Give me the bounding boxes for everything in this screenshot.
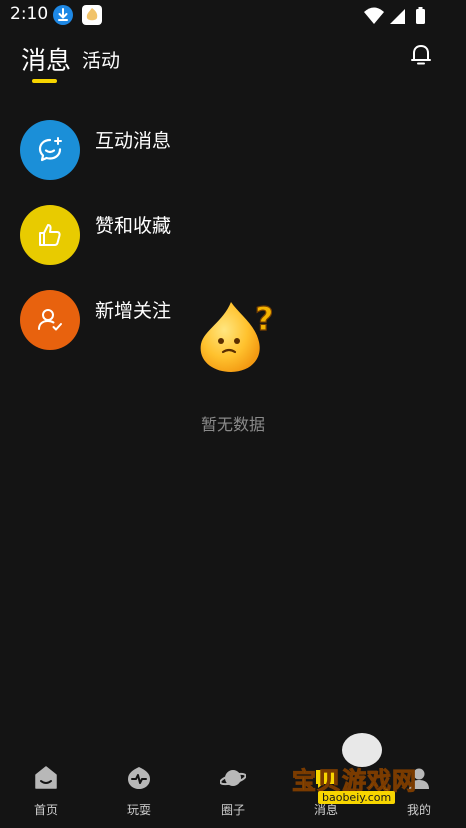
category-interactions[interactable]: 互动消息 (20, 120, 320, 180)
home-face-icon (33, 765, 59, 791)
chat-sparkle-icon (20, 120, 80, 180)
wifi-icon (364, 7, 384, 24)
category-label: 新增关注 (95, 300, 172, 322)
active-tab-indicator (32, 79, 57, 83)
play-pulse-icon (126, 765, 152, 791)
nav-label: 首页 (33, 803, 58, 817)
app-notification-icon (82, 5, 102, 25)
nav-item-circles[interactable]: 圈子 (203, 763, 263, 823)
watermark-url: baobeiy.com (318, 791, 396, 804)
user-check-icon (20, 290, 80, 350)
planet-icon (219, 765, 247, 791)
confused-flame-mascot-icon: ? (193, 294, 277, 378)
tab-messages[interactable]: 消息 (21, 41, 71, 77)
bell-icon[interactable] (409, 42, 433, 68)
status-icons (364, 6, 434, 30)
empty-state-text: 暂无数据 (200, 415, 265, 434)
thumbs-up-icon (20, 205, 80, 265)
nav-item-play[interactable]: 玩耍 (109, 763, 169, 823)
category-label: 赞和收藏 (95, 215, 172, 237)
svg-text:?: ? (255, 300, 274, 338)
status-bar: 2:10 (0, 0, 466, 30)
category-label: 互动消息 (95, 130, 172, 152)
tab-activities[interactable]: 活动 (82, 46, 120, 73)
status-time: 2:10 (10, 4, 49, 24)
battery-icon (416, 9, 425, 24)
nav-label: 玩耍 (126, 803, 151, 817)
category-likes[interactable]: 赞和收藏 (20, 205, 320, 265)
nav-item-home[interactable]: 首页 (16, 763, 76, 823)
download-icon (53, 5, 73, 25)
watermark-logo: 宝贝游戏网 baobeiy.com (290, 733, 440, 823)
nav-label: 圈子 (220, 803, 245, 817)
cellular-signal-icon (390, 9, 405, 24)
